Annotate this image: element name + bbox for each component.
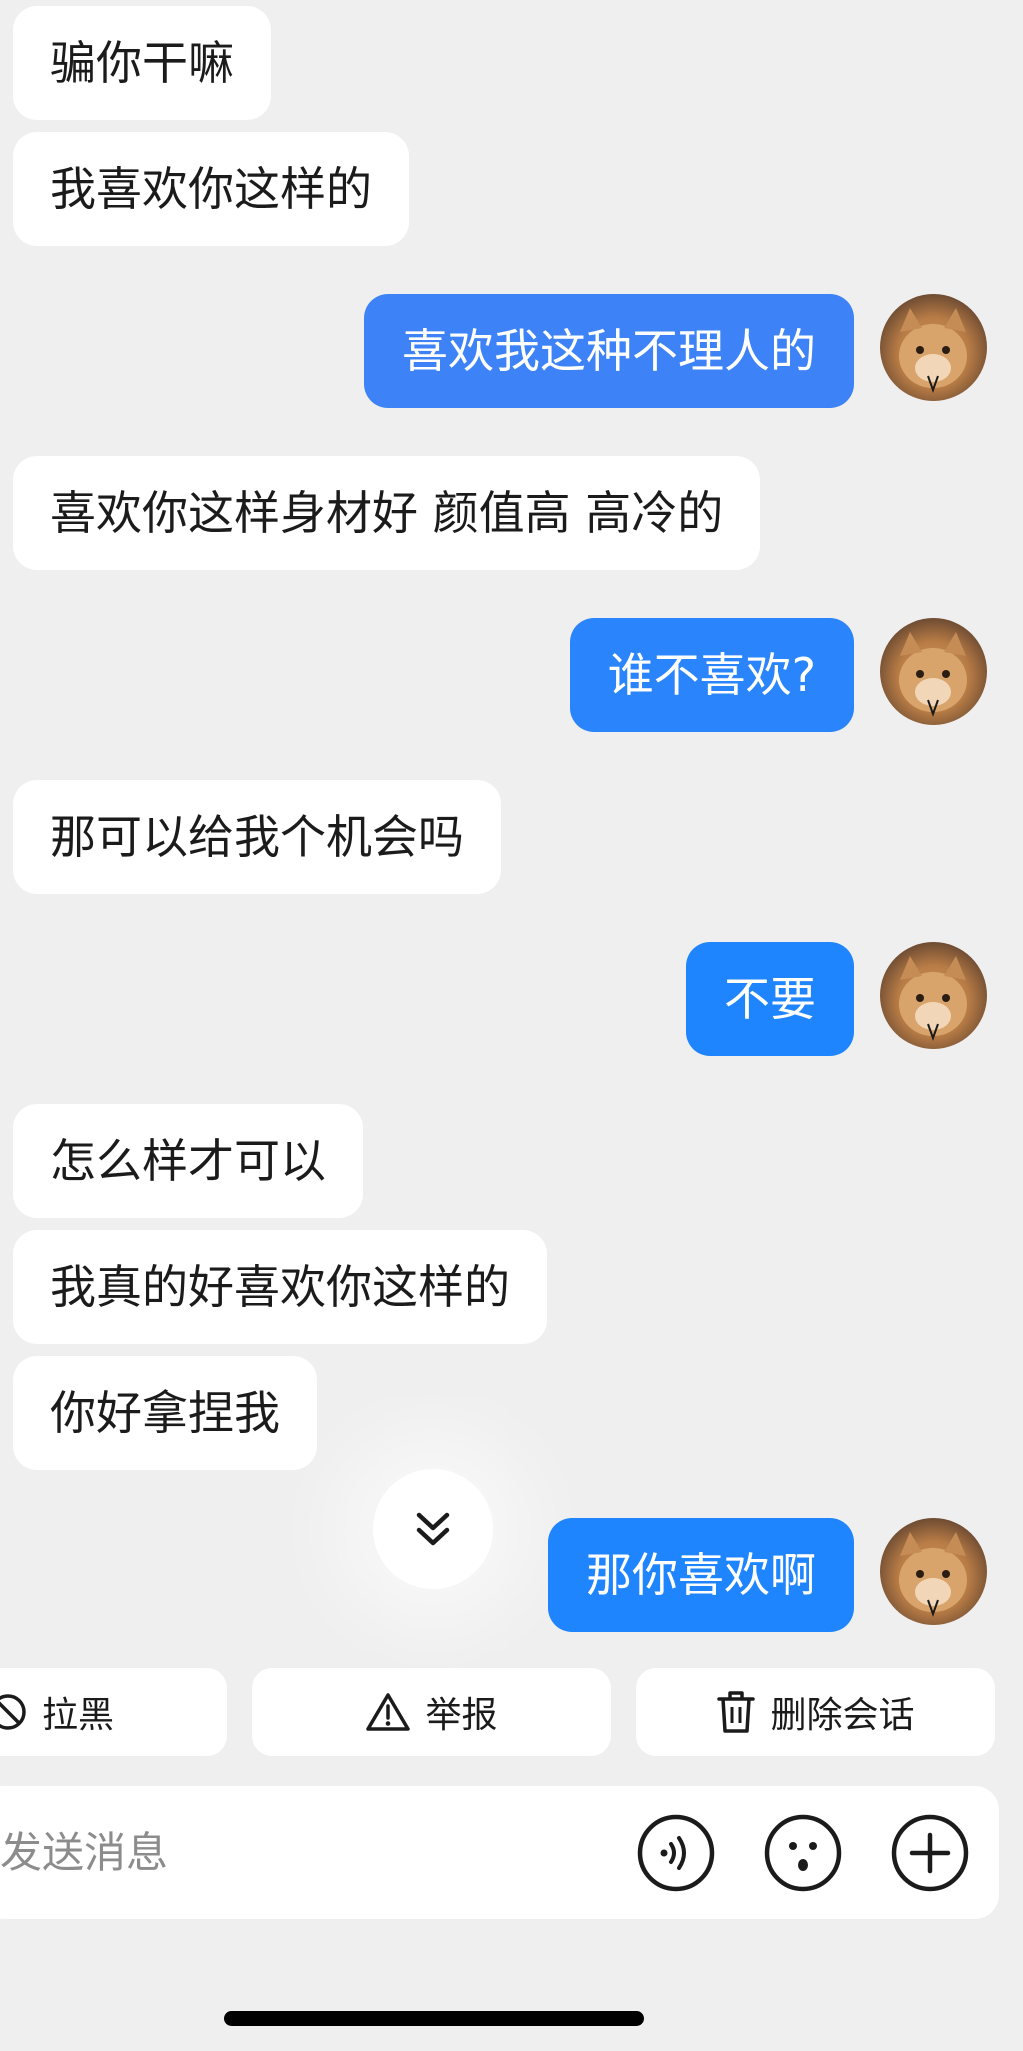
block-label: 拉黑 (42, 1695, 115, 1736)
block-icon (0, 1694, 26, 1730)
block-button[interactable]: 拉黑 (0, 1668, 227, 1756)
voice-icon (637, 1814, 715, 1892)
cat-avatar[interactable] (880, 942, 987, 1049)
cat-face-icon (899, 1532, 967, 1617)
cat-avatar[interactable] (880, 294, 987, 401)
cat-avatar[interactable] (880, 618, 987, 725)
message-input[interactable] (0, 1786, 600, 1919)
report-button[interactable]: 举报 (252, 1668, 611, 1756)
outgoing-message-bubble[interactable]: 谁不喜欢? (569, 618, 854, 732)
emoji-icon (764, 1814, 842, 1892)
home-indicator (224, 2011, 644, 2026)
incoming-message-bubble[interactable]: 骗你干嘛 (13, 6, 271, 120)
cat-avatar[interactable] (880, 1518, 987, 1625)
double-chevron-down-icon (416, 1512, 450, 1546)
cat-face-icon (899, 308, 967, 393)
outgoing-message-bubble[interactable]: 喜欢我这种不理人的 (364, 294, 854, 408)
voice-button[interactable] (636, 1813, 716, 1893)
more-button[interactable] (890, 1813, 970, 1893)
scroll-to-bottom-button[interactable] (373, 1469, 493, 1589)
delete-conversation-button[interactable]: 删除会话 (636, 1668, 995, 1756)
incoming-message-bubble[interactable]: 喜欢你这样身材好 颜值高 高冷的 (13, 456, 761, 570)
incoming-message-bubble[interactable]: 那可以给我个机会吗 (13, 780, 501, 894)
incoming-message-bubble[interactable]: 我真的好喜欢你这样的 (13, 1230, 547, 1344)
plus-icon (891, 1814, 969, 1892)
incoming-message-bubble[interactable]: 怎么样才可以 (13, 1104, 363, 1218)
trash-icon (717, 1691, 756, 1733)
delete-conversation-label: 删除会话 (770, 1695, 915, 1736)
emoji-button[interactable] (763, 1813, 843, 1893)
cat-face-icon (899, 632, 967, 717)
outgoing-message-bubble[interactable]: 不要 (686, 942, 854, 1056)
cat-face-icon (899, 956, 967, 1041)
incoming-message-bubble[interactable]: 我喜欢你这样的 (13, 132, 409, 246)
message-composer (0, 1786, 999, 1919)
incoming-message-bubble[interactable]: 你好拿捏我 (13, 1356, 317, 1470)
warning-icon (366, 1693, 411, 1731)
chat-screen: 骗你干嘛 我喜欢你这样的 喜欢我这种不理人的 喜欢你这样身材好 颜值高 高冷的 … (0, 0, 1023, 2051)
outgoing-message-bubble[interactable]: 那你喜欢啊 (548, 1518, 854, 1632)
report-label: 举报 (425, 1695, 498, 1736)
